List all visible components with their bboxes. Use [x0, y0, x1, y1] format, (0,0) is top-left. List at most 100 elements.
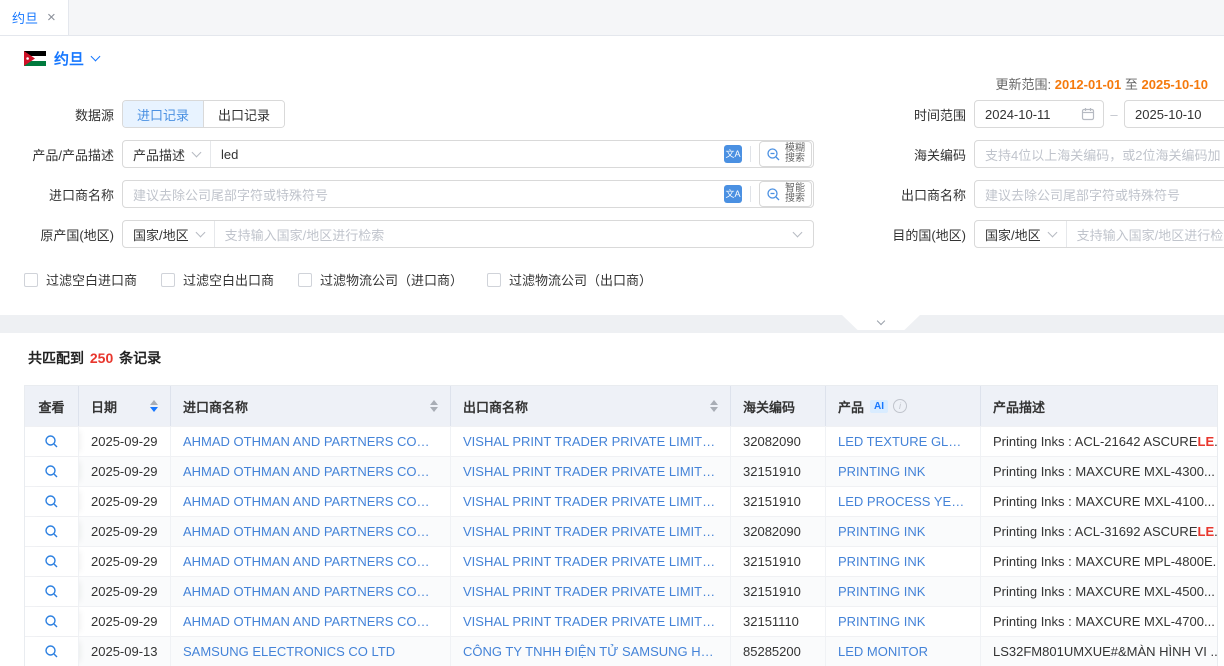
view-record-button[interactable] — [25, 457, 79, 486]
exporter-link[interactable]: CÔNG TY TNHH ĐIỆN TỬ SAMSUNG HCMC... — [463, 644, 718, 659]
view-record-button[interactable] — [25, 547, 79, 576]
chevron-down-icon[interactable] — [91, 52, 101, 62]
checkbox-filter-logistics-importer[interactable]: 过滤物流公司（进口商） — [298, 270, 463, 289]
sort-icon[interactable] — [150, 400, 158, 412]
exporter-link[interactable]: VISHAL PRINT TRADER PRIVATE LIMITED — [463, 434, 718, 449]
origin-label: 原产国(地区) — [0, 225, 114, 244]
column-date[interactable]: 日期 — [79, 386, 171, 426]
checkbox-filter-blank-importer[interactable]: 过滤空白进口商 — [24, 270, 137, 289]
exporter-input[interactable]: 建议去除公司尾部字符或特殊符号 — [974, 180, 1224, 208]
view-record-button[interactable] — [25, 487, 79, 516]
importer-link[interactable]: AHMAD OTHMAN AND PARTNERS COMPA... — [183, 494, 438, 509]
country-name[interactable]: 约旦 — [54, 48, 84, 69]
checkbox-label: 过滤物流公司（出口商） — [509, 270, 652, 289]
cell-hs-code: 32151110 — [731, 607, 826, 636]
fuzzy-search-button[interactable]: 模糊搜索 — [759, 141, 812, 167]
translate-icon[interactable]: 文A — [724, 185, 742, 203]
exporter-link[interactable]: VISHAL PRINT TRADER PRIVATE LIMITED — [463, 524, 718, 539]
destination-search-input[interactable]: 支持输入国家/地区进行检索 — [1067, 225, 1224, 244]
column-importer-label: 进口商名称 — [183, 397, 248, 416]
exporter-link[interactable]: VISHAL PRINT TRADER PRIVATE LIMITED — [463, 584, 718, 599]
chevron-down-icon — [192, 147, 202, 157]
divider — [750, 146, 751, 162]
tab-jordan[interactable]: 约旦 × — [0, 0, 69, 35]
view-record-button[interactable] — [25, 607, 79, 636]
importer-link[interactable]: AHMAD OTHMAN AND PARTNERS COMPA... — [183, 524, 438, 539]
column-product-label: 产品 — [838, 397, 864, 416]
product-link[interactable]: PRINTING INK — [838, 614, 925, 629]
view-record-button[interactable] — [25, 637, 79, 666]
origin-search-input[interactable]: 支持输入国家/地区进行检索 — [215, 225, 794, 244]
table-row: 2025-09-29 AHMAD OTHMAN AND PARTNERS COM… — [25, 606, 1217, 636]
product-link[interactable]: PRINTING INK — [838, 554, 925, 569]
column-importer[interactable]: 进口商名称 — [171, 386, 451, 426]
smart-search-button[interactable]: 智能搜索 — [759, 181, 812, 207]
date-end-input[interactable]: 2025-10-10 — [1124, 100, 1224, 128]
product-link[interactable]: LED MONITOR — [838, 644, 928, 659]
table-row: 2025-09-13 SAMSUNG ELECTRONICS CO LTD CÔ… — [25, 636, 1217, 666]
tab-bar: 约旦 × — [0, 0, 1224, 36]
importer-link[interactable]: AHMAD OTHMAN AND PARTNERS COMPA... — [183, 554, 438, 569]
chevron-down-icon — [195, 227, 205, 237]
sort-icon[interactable] — [710, 400, 718, 412]
translate-icon[interactable]: 文A — [724, 145, 742, 163]
importer-link[interactable]: AHMAD OTHMAN AND PARTNERS COMPA... — [183, 434, 438, 449]
exporter-link[interactable]: VISHAL PRINT TRADER PRIVATE LIMITED — [463, 494, 718, 509]
divider — [750, 186, 751, 202]
filter-checkboxes: 过滤空白进口商 过滤空白出口商 过滤物流公司（进口商） 过滤物流公司（出口商） — [0, 270, 1224, 289]
view-record-button[interactable] — [25, 427, 79, 456]
product-link[interactable]: PRINTING INK — [838, 524, 925, 539]
product-type-select[interactable]: 产品描述 — [123, 141, 211, 167]
importer-link[interactable]: SAMSUNG ELECTRONICS CO LTD — [183, 644, 395, 659]
close-icon[interactable]: × — [47, 10, 56, 25]
update-range-to: 至 — [1125, 77, 1138, 92]
importer-input[interactable]: 建议去除公司尾部字符或特殊符号 — [123, 185, 724, 204]
cell-date: 2025-09-29 — [79, 517, 171, 546]
hscode-label: 海关编码 — [814, 145, 966, 164]
exporter-link[interactable]: VISHAL PRINT TRADER PRIVATE LIMITED — [463, 614, 718, 629]
origin-input-group: 国家/地区 支持输入国家/地区进行检索 — [122, 220, 814, 248]
hscode-input[interactable]: 支持4位以上海关编码，或2位海关编码加 — [974, 140, 1224, 168]
table-body: 2025-09-29 AHMAD OTHMAN AND PARTNERS COM… — [25, 426, 1217, 666]
importer-link[interactable]: AHMAD OTHMAN AND PARTNERS COMPA... — [183, 584, 438, 599]
product-link[interactable]: PRINTING INK — [838, 464, 925, 479]
view-record-button[interactable] — [25, 517, 79, 546]
search-icon — [44, 434, 59, 449]
view-record-button[interactable] — [25, 577, 79, 606]
checkbox-label: 过滤空白出口商 — [183, 270, 274, 289]
table-row: 2025-09-29 AHMAD OTHMAN AND PARTNERS COM… — [25, 546, 1217, 576]
table-row: 2025-09-29 AHMAD OTHMAN AND PARTNERS COM… — [25, 516, 1217, 546]
importer-link[interactable]: AHMAD OTHMAN AND PARTNERS COMPA... — [183, 464, 438, 479]
checkbox-filter-logistics-exporter[interactable]: 过滤物流公司（出口商） — [487, 270, 652, 289]
destination-label: 目的国(地区) — [814, 225, 966, 244]
date-start-input[interactable]: 2024-10-11 — [974, 100, 1104, 128]
cell-product-desc: LS32FM801UMXUE#&MÀN HÌNH VI ... — [981, 637, 1217, 666]
product-link[interactable]: LED TEXTURE GLOSS ... — [838, 434, 968, 449]
collapse-panel-button[interactable] — [842, 315, 920, 330]
origin-select-value: 国家/地区 — [133, 225, 189, 244]
table-row: 2025-09-29 AHMAD OTHMAN AND PARTNERS COM… — [25, 426, 1217, 456]
sort-icon[interactable] — [430, 400, 438, 412]
checkbox-icon — [24, 273, 38, 287]
exporter-link[interactable]: VISHAL PRINT TRADER PRIVATE LIMITED — [463, 554, 718, 569]
checkbox-filter-blank-exporter[interactable]: 过滤空白出口商 — [161, 270, 274, 289]
product-link[interactable]: PRINTING INK — [838, 584, 925, 599]
info-icon[interactable]: i — [893, 399, 907, 413]
column-hs-code: 海关编码 — [731, 386, 826, 426]
origin-country-select[interactable]: 国家/地区 — [123, 221, 215, 247]
destination-country-select[interactable]: 国家/地区 — [975, 221, 1067, 247]
importer-link[interactable]: AHMAD OTHMAN AND PARTNERS COMPA... — [183, 614, 438, 629]
cell-product-desc: Printing Inks : MAXCURE MXL-4500... — [981, 577, 1217, 606]
column-desc: 产品描述 — [981, 386, 1217, 426]
count-number: 250 — [88, 350, 115, 366]
export-records-tab[interactable]: 出口记录 — [203, 101, 284, 127]
checkbox-icon — [161, 273, 175, 287]
product-link[interactable]: LED PROCESS YELLOW... — [838, 494, 968, 509]
exporter-link[interactable]: VISHAL PRINT TRADER PRIVATE LIMITED — [463, 464, 718, 479]
column-exporter[interactable]: 出口商名称 — [451, 386, 731, 426]
date-start-value: 2024-10-11 — [975, 107, 1081, 122]
cell-product-desc: Printing Inks : MAXCURE MXL-4100... — [981, 487, 1217, 516]
product-input[interactable]: led — [211, 147, 724, 162]
import-records-tab[interactable]: 进口记录 — [123, 101, 203, 127]
fuzzy-search-label: 模糊搜索 — [785, 144, 805, 164]
